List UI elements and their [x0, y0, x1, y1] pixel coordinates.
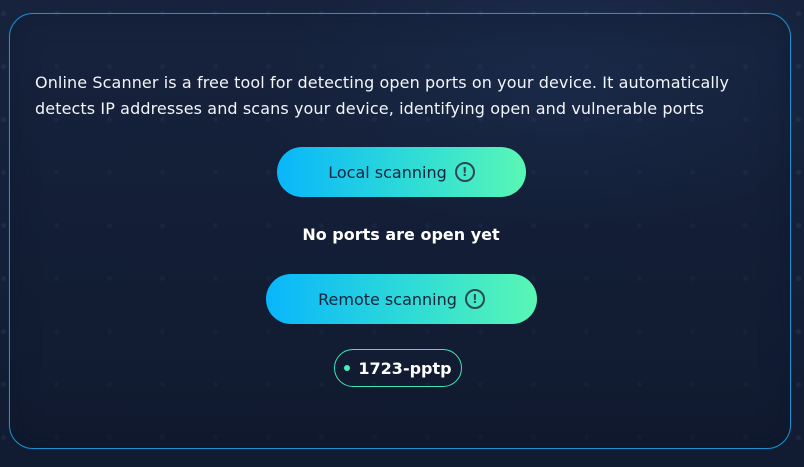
- remote-scanning-label: Remote scanning: [318, 289, 457, 309]
- open-port-badge: 1723-pptp: [334, 349, 462, 387]
- ports-status-text: No ports are open yet: [302, 225, 500, 244]
- local-scanning-button[interactable]: Local scanning !: [277, 147, 526, 197]
- local-scanning-label: Local scanning: [328, 162, 447, 182]
- green-dot-icon: [344, 365, 351, 371]
- scanner-description: Online Scanner is a free tool for detect…: [35, 73, 730, 118]
- info-icon[interactable]: !: [454, 162, 475, 182]
- scanner-card: Online Scanner is a free tool for detect…: [9, 13, 791, 449]
- remote-scanning-button[interactable]: Remote scanning !: [266, 274, 537, 324]
- info-icon[interactable]: !: [464, 289, 485, 309]
- open-port-label: 1723-pptp: [358, 358, 452, 378]
- page: Online Scanner is a free tool for detect…: [0, 0, 804, 467]
